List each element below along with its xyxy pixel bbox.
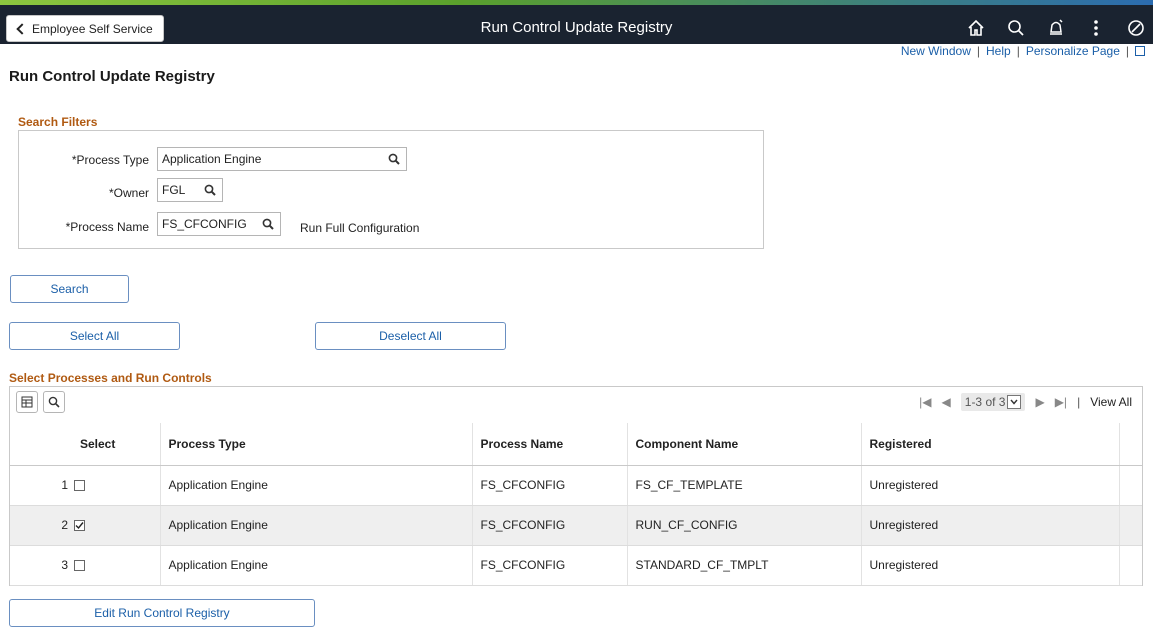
link-separator: | xyxy=(976,44,980,58)
registered-cell: Unregistered xyxy=(860,465,1119,506)
search-icon[interactable] xyxy=(1005,17,1027,39)
table-header-row: Select Process Type Process Name Compone… xyxy=(10,423,1142,466)
process-name-cell: FS_CFCONFIG xyxy=(471,465,627,506)
row-range-select[interactable]: 1-3 of 3 xyxy=(960,393,1026,411)
first-page-icon[interactable]: |◀ xyxy=(919,395,931,409)
filler-cell xyxy=(1118,505,1142,546)
row-number: 3 xyxy=(10,545,72,586)
personalize-page-link[interactable]: Personalize Page xyxy=(1026,44,1120,58)
search-button[interactable]: Search xyxy=(10,275,129,303)
personalize-grid-icon[interactable] xyxy=(16,391,38,413)
pager-separator: | xyxy=(1077,395,1081,409)
search-filters-title: Search Filters xyxy=(18,115,98,129)
link-separator: | xyxy=(1125,44,1129,58)
row-select-checkbox[interactable] xyxy=(74,560,85,572)
process-type-value: Application Engine xyxy=(162,152,262,166)
process-name-label: *Process Name xyxy=(65,220,149,234)
row-select-checkbox[interactable] xyxy=(74,520,85,532)
process-type-label: *Process Type xyxy=(71,153,149,167)
grid-pager: |◀ ◀ 1-3 of 3 ▶ ▶| | View All xyxy=(919,393,1132,411)
search-filters-box: *Process Type Application Engine *Owner … xyxy=(18,130,764,249)
process-name-value: FS_CFCONFIG xyxy=(162,217,247,231)
owner-lookup-icon[interactable] xyxy=(204,184,216,199)
select-cell xyxy=(72,465,160,506)
select-cell xyxy=(72,505,160,546)
banner-icon-group xyxy=(965,17,1147,39)
component-name-cell: STANDARD_CF_TMPLT xyxy=(626,545,861,586)
filler-cell xyxy=(1118,465,1142,506)
owner-label: *Owner xyxy=(108,186,149,200)
column-header-rownum xyxy=(10,423,72,466)
navbar-icon[interactable] xyxy=(1125,17,1147,39)
row-number: 2 xyxy=(10,505,72,546)
new-window-link[interactable]: New Window xyxy=(901,44,971,58)
previous-page-icon[interactable]: ◀ xyxy=(942,395,951,409)
chevron-down-icon xyxy=(1007,395,1022,409)
table-row: 2 Application Engine FS_CFCONFIG RUN_CF_… xyxy=(10,505,1142,546)
table-row: 3 Application Engine FS_CFCONFIG STANDAR… xyxy=(10,545,1142,586)
link-separator: | xyxy=(1016,44,1020,58)
registered-cell: Unregistered xyxy=(860,505,1119,546)
select-cell xyxy=(72,545,160,586)
process-type-lookup-icon[interactable] xyxy=(388,153,400,168)
process-name-cell: FS_CFCONFIG xyxy=(471,545,627,586)
row-number: 1 xyxy=(10,465,72,506)
filler-cell xyxy=(1118,545,1142,586)
column-header-component-name[interactable]: Component Name xyxy=(626,423,861,466)
page-options-icon[interactable] xyxy=(1135,46,1145,56)
view-all-link[interactable]: View All xyxy=(1090,395,1132,409)
process-grid: |◀ ◀ 1-3 of 3 ▶ ▶| | View All Select Pro… xyxy=(9,386,1143,586)
notification-icon[interactable] xyxy=(1045,17,1067,39)
process-type-cell: Application Engine xyxy=(159,505,472,546)
select-processes-title: Select Processes and Run Controls xyxy=(9,371,212,385)
last-page-icon[interactable]: ▶| xyxy=(1055,395,1067,409)
actions-menu-icon[interactable] xyxy=(1085,17,1107,39)
registered-cell: Unregistered xyxy=(860,545,1119,586)
header-banner: Employee Self Service Run Control Update… xyxy=(0,5,1153,44)
row-select-checkbox[interactable] xyxy=(74,480,85,492)
home-icon[interactable] xyxy=(965,17,987,39)
column-header-filler xyxy=(1118,423,1142,466)
column-header-process-name[interactable]: Process Name xyxy=(471,423,627,466)
checkmark-icon xyxy=(75,522,84,530)
column-header-select[interactable]: Select xyxy=(72,423,160,466)
grid-find-icon[interactable] xyxy=(43,391,65,413)
column-header-process-type[interactable]: Process Type xyxy=(159,423,472,466)
page-title: Run Control Update Registry xyxy=(9,68,215,85)
process-name-cell: FS_CFCONFIG xyxy=(471,505,627,546)
process-name-field[interactable]: FS_CFCONFIG xyxy=(157,212,281,236)
table-row: 1 Application Engine FS_CFCONFIG FS_CF_T… xyxy=(10,465,1142,506)
edit-run-control-registry-button[interactable]: Edit Run Control Registry xyxy=(9,599,315,627)
deselect-all-button[interactable]: Deselect All xyxy=(315,322,506,350)
page-links: New Window | Help | Personalize Page | xyxy=(901,44,1145,58)
process-table: Select Process Type Process Name Compone… xyxy=(10,423,1142,586)
process-type-cell: Application Engine xyxy=(159,545,472,586)
select-all-button[interactable]: Select All xyxy=(9,322,180,350)
process-name-description: Run Full Configuration xyxy=(300,221,420,235)
owner-field[interactable]: FGL xyxy=(157,178,223,202)
next-page-icon[interactable]: ▶ xyxy=(1035,395,1044,409)
row-range-label: 1-3 of 3 xyxy=(964,395,1006,409)
grid-toolbar: |◀ ◀ 1-3 of 3 ▶ ▶| | View All xyxy=(10,387,1142,422)
component-name-cell: RUN_CF_CONFIG xyxy=(626,505,861,546)
help-link[interactable]: Help xyxy=(986,44,1011,58)
component-name-cell: FS_CF_TEMPLATE xyxy=(626,465,861,506)
process-type-cell: Application Engine xyxy=(159,465,472,506)
process-type-field[interactable]: Application Engine xyxy=(157,147,407,171)
column-header-registered[interactable]: Registered xyxy=(860,423,1119,466)
process-name-lookup-icon[interactable] xyxy=(262,218,274,233)
owner-value: FGL xyxy=(162,183,186,197)
